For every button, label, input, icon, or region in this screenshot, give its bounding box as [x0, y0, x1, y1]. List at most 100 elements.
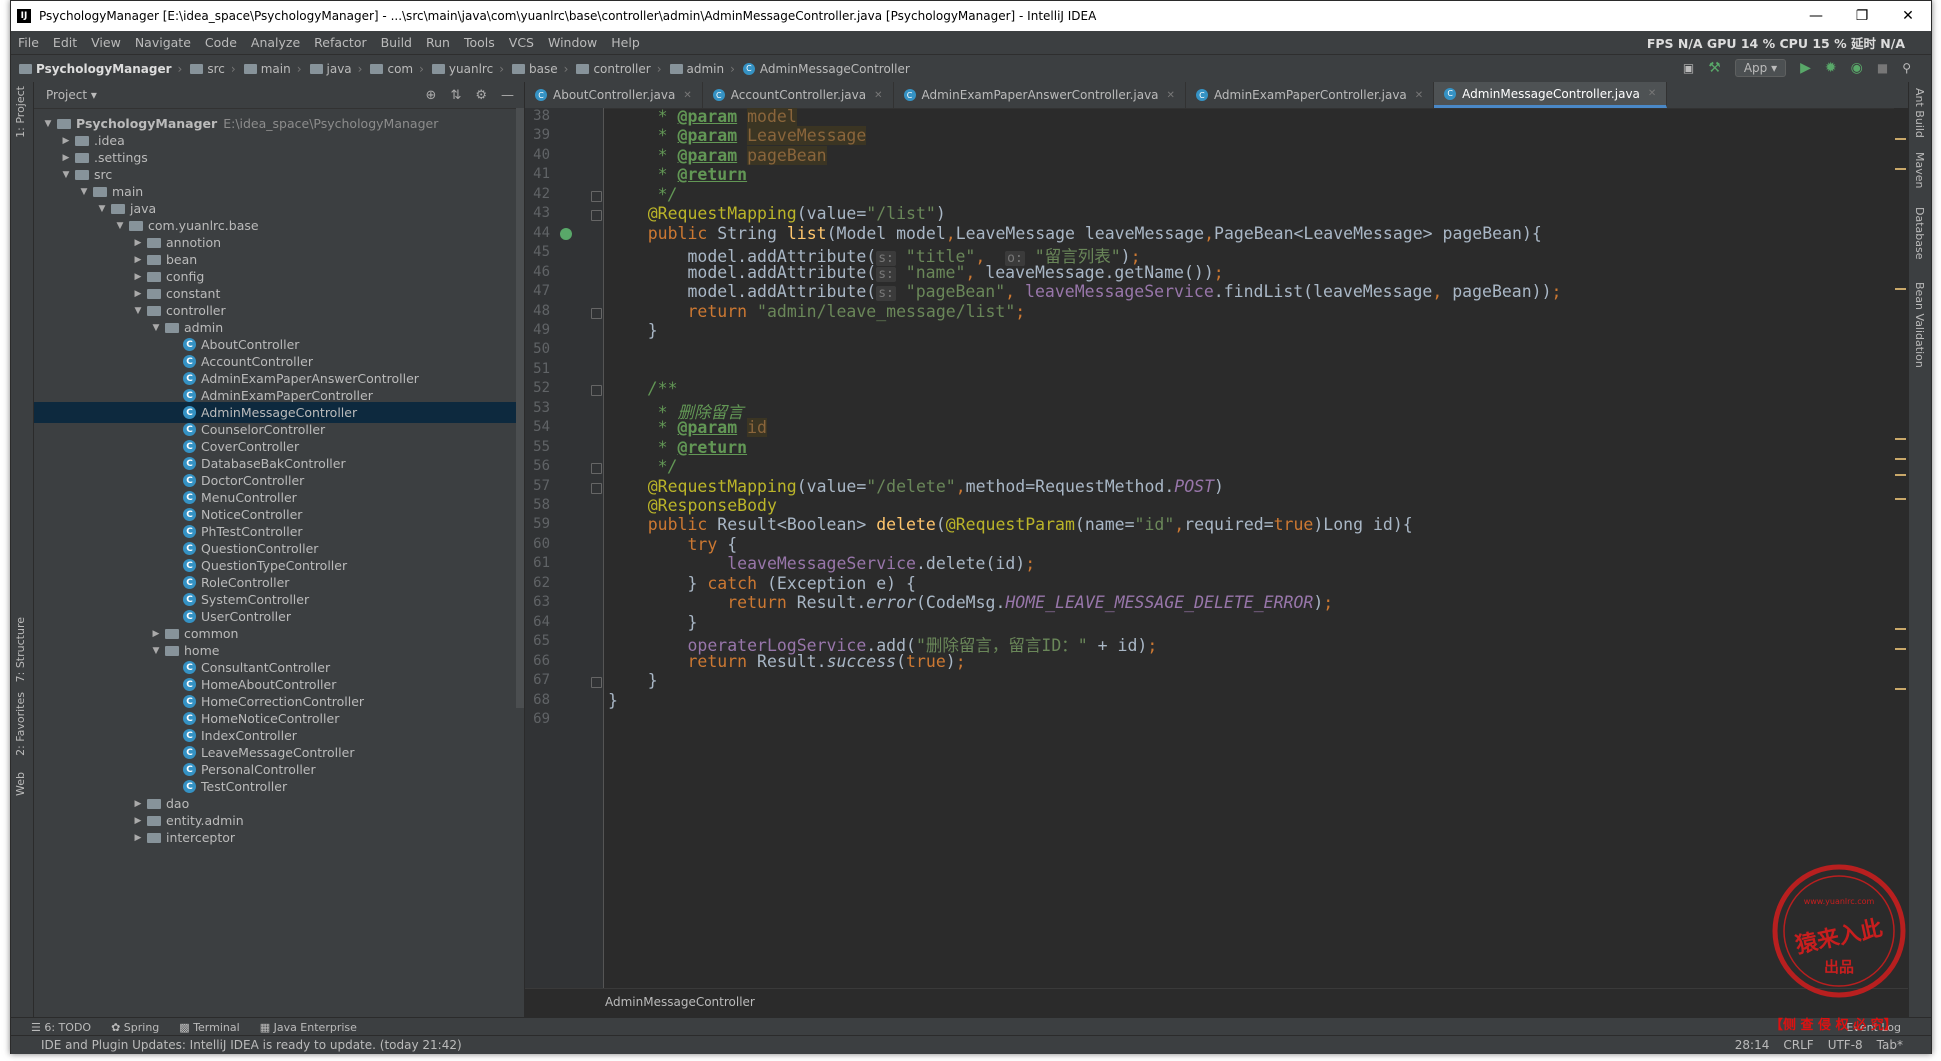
database-tool-button[interactable]: Database [1913, 207, 1926, 260]
project-scrollbar[interactable] [516, 108, 524, 708]
menu-help[interactable]: Help [604, 35, 647, 50]
expand-arrow-right-icon[interactable]: ▶ [150, 629, 162, 639]
collapse-all-icon[interactable]: ⇅ [450, 88, 461, 103]
close-tab-icon[interactable]: ✕ [874, 90, 882, 101]
project-view-select[interactable]: Project ▾ [46, 88, 97, 102]
maven-tool-button[interactable]: Maven [1913, 152, 1926, 188]
scroll-warning-marker[interactable] [1895, 288, 1906, 290]
expand-arrow-down-icon[interactable]: ▼ [114, 221, 126, 231]
todo-tool-button[interactable]: ☰ 6: TODO [31, 1021, 91, 1034]
tree-folder-item[interactable]: ▶ interceptor [34, 827, 524, 848]
editor-tab[interactable]: C AccountController.java ✕ [703, 82, 894, 108]
close-tab-icon[interactable]: ✕ [1648, 88, 1656, 99]
web-tool-button[interactable]: Web [14, 772, 27, 796]
editor-tab[interactable]: C AdminMessageController.java ✕ [1434, 82, 1668, 108]
expand-arrow-down-icon[interactable]: ▼ [150, 646, 162, 656]
breadcrumb-item[interactable]: src [207, 62, 225, 76]
locate-icon[interactable]: ⊕ [426, 88, 437, 103]
scroll-warning-marker[interactable] [1895, 498, 1906, 500]
breadcrumb-item[interactable]: yuanlrc [449, 62, 493, 76]
editor-scrollbar[interactable] [1894, 108, 1908, 988]
favorites-tool-button[interactable]: 2: Favorites [14, 692, 27, 756]
breadcrumb-item[interactable]: base [529, 62, 558, 76]
editor-tab[interactable]: C AboutController.java ✕ [525, 82, 703, 108]
breadcrumb-item[interactable]: controller [593, 62, 650, 76]
fold-marker-icon[interactable] [591, 307, 602, 319]
menu-view[interactable]: View [84, 35, 128, 50]
settings-gear-icon[interactable]: ⚙ [475, 88, 487, 103]
breadcrumb-item[interactable]: admin [687, 62, 725, 76]
scroll-warning-marker[interactable] [1895, 458, 1906, 460]
menu-refactor[interactable]: Refactor [307, 35, 373, 50]
close-tab-icon[interactable]: ✕ [1167, 90, 1175, 101]
expand-arrow-down-icon[interactable]: ▼ [78, 187, 90, 197]
menu-edit[interactable]: Edit [46, 35, 84, 50]
expand-arrow-right-icon[interactable]: ▶ [132, 238, 144, 248]
scroll-warning-marker[interactable] [1895, 474, 1906, 476]
run-config-select[interactable]: App ▾ [1734, 59, 1787, 77]
expand-arrow-right-icon[interactable]: ▶ [132, 255, 144, 265]
fold-marker-icon[interactable] [591, 385, 602, 397]
close-tab-icon[interactable]: ✕ [683, 90, 691, 101]
search-icon[interactable]: ⚲ [1902, 61, 1911, 75]
hide-panel-icon[interactable]: — [501, 88, 514, 103]
close-tab-icon[interactable]: ✕ [1415, 90, 1423, 101]
expand-arrow-right-icon[interactable]: ▶ [132, 816, 144, 826]
breadcrumb-item[interactable]: com [387, 62, 413, 76]
build-hammer-icon[interactable]: ⚒ [1708, 60, 1721, 76]
scroll-warning-marker[interactable] [1895, 628, 1906, 630]
code-area[interactable]: * @param model * @param LeaveMessage * @… [608, 108, 1888, 988]
fold-marker-icon[interactable] [591, 677, 602, 689]
scroll-warning-marker[interactable] [1895, 438, 1906, 440]
status-message[interactable]: IDE and Plugin Updates: IntelliJ IDEA is… [41, 1038, 462, 1052]
file-encoding[interactable]: UTF-8 [1828, 1038, 1863, 1052]
minimize-button[interactable]: — [1793, 1, 1839, 31]
expand-arrow-down-icon[interactable]: ▼ [132, 306, 144, 316]
spring-bean-gutter-icon[interactable] [560, 228, 572, 241]
menu-file[interactable]: File [11, 35, 46, 50]
terminal-tool-button[interactable]: ▩ Terminal [179, 1021, 239, 1034]
editor-breadcrumb[interactable]: AdminMessageController [605, 995, 755, 1009]
expand-arrow-down-icon[interactable]: ▼ [42, 119, 54, 129]
menu-tools[interactable]: Tools [457, 35, 502, 50]
fold-marker-icon[interactable] [591, 482, 602, 494]
expand-arrow-right-icon[interactable]: ▶ [132, 799, 144, 809]
spring-tool-button[interactable]: ✿ Spring [111, 1021, 159, 1034]
scroll-warning-marker[interactable] [1895, 168, 1906, 170]
maximize-button[interactable]: ❐ [1839, 1, 1885, 31]
menu-run[interactable]: Run [419, 35, 457, 50]
stop-icon[interactable]: ■ [1877, 61, 1888, 75]
expand-arrow-right-icon[interactable]: ▶ [60, 136, 72, 146]
fold-marker-icon[interactable] [591, 210, 602, 222]
scroll-warning-marker[interactable] [1895, 648, 1906, 650]
breadcrumb-item[interactable]: AdminMessageController [760, 62, 910, 76]
expand-arrow-down-icon[interactable]: ▼ [150, 323, 162, 333]
menu-vcs[interactable]: VCS [502, 35, 541, 50]
editor-tab[interactable]: C AdminExamPaperAnswerController.java ✕ [894, 82, 1186, 108]
menu-build[interactable]: Build [374, 35, 419, 50]
caret-position[interactable]: 28:14 [1735, 1038, 1770, 1052]
coverage-icon[interactable]: ◉ [1851, 60, 1863, 76]
expand-arrow-down-icon[interactable]: ▼ [96, 204, 108, 214]
scroll-warning-marker[interactable] [1895, 138, 1906, 140]
structure-tool-button[interactable]: 7: Structure [14, 617, 27, 682]
close-button[interactable]: ✕ [1885, 1, 1931, 31]
scroll-warning-marker[interactable] [1895, 688, 1906, 690]
bean-validation-tool-button[interactable]: Bean Validation [1913, 282, 1926, 368]
run-icon[interactable]: ▶ [1800, 60, 1811, 76]
project-tool-button[interactable]: 1: Project [14, 86, 27, 138]
expand-arrow-right-icon[interactable]: ▶ [132, 289, 144, 299]
editor-tab[interactable]: C AdminExamPaperController.java ✕ [1186, 82, 1435, 108]
fold-marker-icon[interactable] [591, 463, 602, 475]
java-enterprise-tool-button[interactable]: ▦ Java Enterprise [260, 1021, 357, 1034]
breadcrumb-item[interactable]: java [327, 62, 352, 76]
menu-window[interactable]: Window [541, 35, 604, 50]
indent-setting[interactable]: Tab* [1877, 1038, 1903, 1052]
breadcrumb-item[interactable]: main [261, 62, 291, 76]
menu-navigate[interactable]: Navigate [128, 35, 198, 50]
menu-analyze[interactable]: Analyze [244, 35, 307, 50]
debug-icon[interactable]: ✹ [1825, 60, 1837, 76]
expand-arrow-right-icon[interactable]: ▶ [132, 272, 144, 282]
ant-build-tool-button[interactable]: Ant Build [1913, 88, 1926, 138]
line-separator[interactable]: CRLF [1783, 1038, 1813, 1052]
